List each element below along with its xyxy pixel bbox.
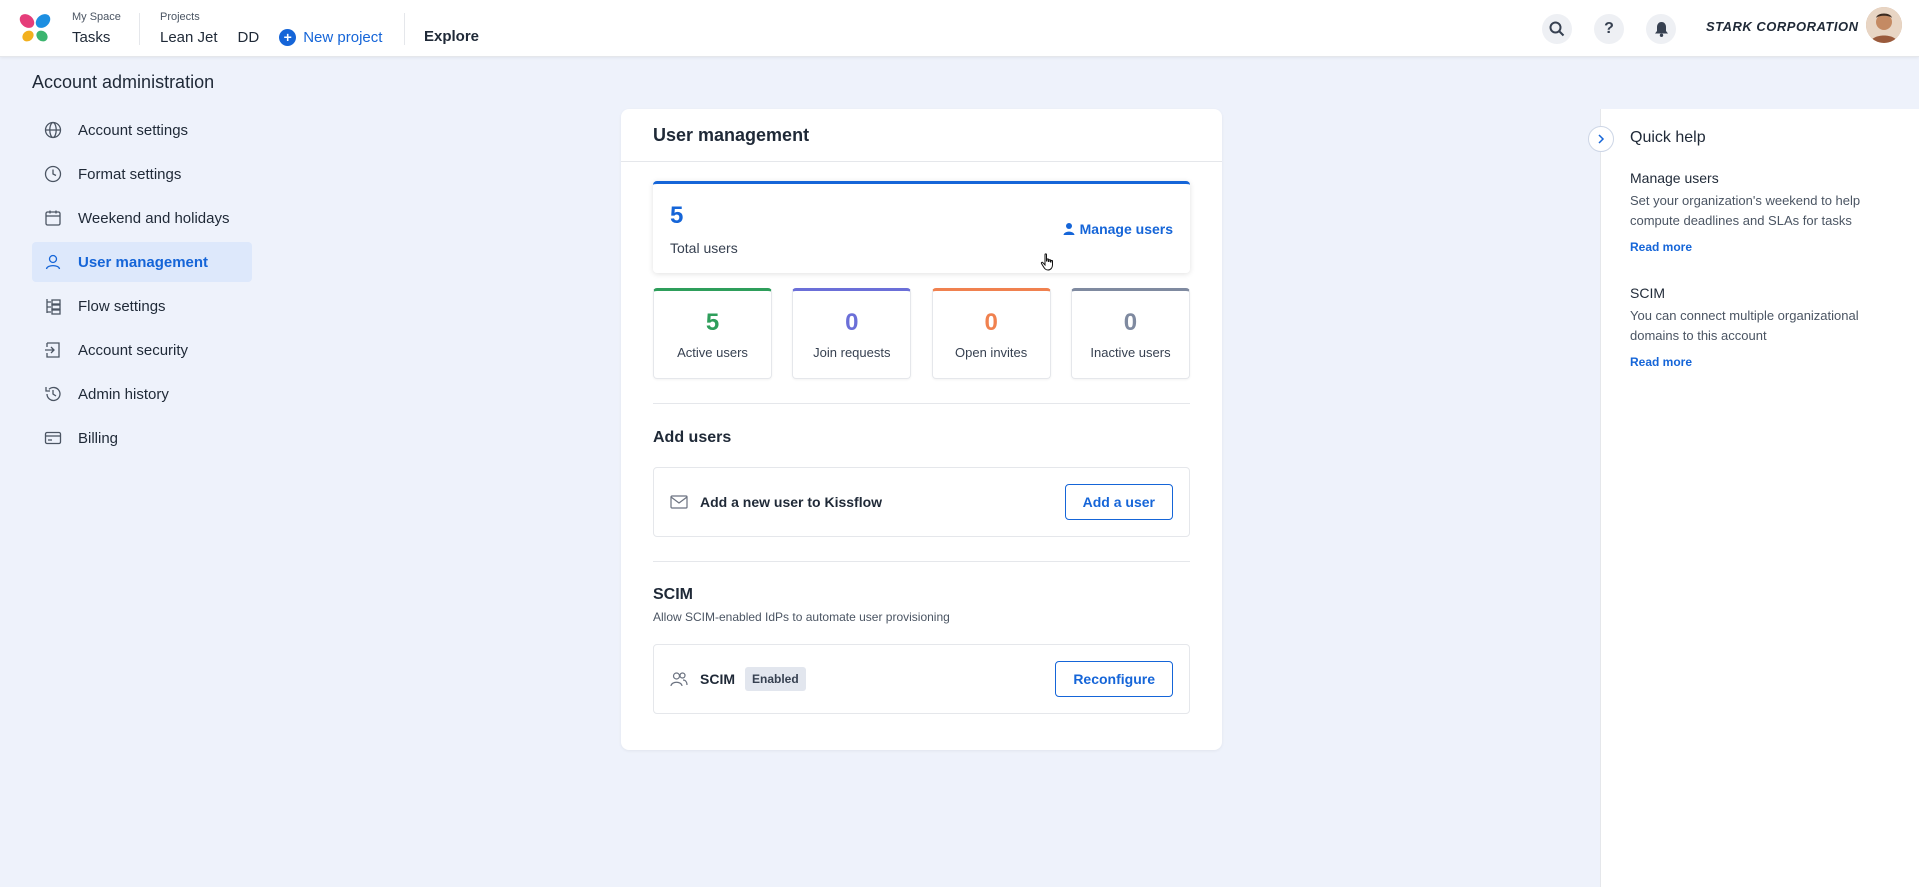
- search-icon[interactable]: [1542, 14, 1572, 44]
- help-heading-scim: SCIM: [1630, 285, 1665, 301]
- card-title: User management: [621, 109, 1222, 162]
- sidebar-item-label: Billing: [78, 429, 119, 447]
- scim-row-label: SCIM: [700, 671, 735, 687]
- help-icon[interactable]: ?: [1594, 14, 1624, 44]
- stat-label: Active users: [677, 345, 748, 360]
- mail-icon: [670, 495, 688, 509]
- manage-users-label: Manage users: [1079, 221, 1173, 237]
- sidebar-item-label: Format settings: [78, 165, 182, 183]
- company-brand: STARK CORPORATION: [1706, 19, 1859, 34]
- chevron-right-icon: [1598, 134, 1605, 144]
- add-user-text: Add a new user to Kissflow: [700, 494, 883, 510]
- quick-help-panel: Quick help Manage users Set your organiz…: [1600, 109, 1919, 887]
- my-space-nav[interactable]: My Space Tasks: [72, 11, 121, 46]
- total-users-count: 5: [670, 202, 684, 229]
- add-user-button[interactable]: Add a user: [1064, 484, 1173, 520]
- history-icon: [45, 386, 61, 402]
- new-project-label: New project: [303, 29, 383, 46]
- help-text-scim: You can connect multiple organizational …: [1630, 308, 1859, 343]
- nav-divider: [139, 13, 140, 45]
- globe-icon: [44, 121, 62, 139]
- explore-link[interactable]: Explore: [424, 28, 479, 45]
- user-management-card: User management 5 Total users Manage use…: [621, 109, 1222, 750]
- sidebar-item-flow-settings[interactable]: Flow settings: [32, 286, 252, 326]
- help-heading-manage-users: Manage users: [1630, 170, 1719, 186]
- projects-nav: Projects Lean Jet DD + New project: [160, 11, 382, 46]
- read-more-link[interactable]: Read more: [1630, 240, 1692, 254]
- help-text-manage-users: Set your organization's weekend to help …: [1630, 193, 1861, 228]
- clock-icon: [44, 165, 62, 183]
- reconfigure-button[interactable]: Reconfigure: [1055, 661, 1173, 697]
- sidebar-item-label: Admin history: [78, 385, 169, 403]
- kissflow-logo-icon[interactable]: [18, 11, 52, 45]
- hand-cursor-icon: [1040, 253, 1053, 271]
- my-space-label: My Space: [72, 11, 121, 23]
- avatar[interactable]: [1866, 7, 1902, 43]
- new-project-button[interactable]: + New project: [279, 29, 382, 46]
- sidebar-item-format-settings[interactable]: Format settings: [32, 154, 252, 194]
- read-more-link[interactable]: Read more: [1630, 355, 1692, 369]
- total-users-label: Total users: [670, 240, 738, 256]
- sidebar-item-account-security[interactable]: Account security: [32, 330, 252, 370]
- sidebar-item-admin-history[interactable]: Admin history: [32, 374, 252, 414]
- stat-label: Open invites: [955, 345, 1028, 360]
- nav-divider: [404, 13, 405, 45]
- section-divider: [653, 561, 1190, 562]
- sidebar-item-billing[interactable]: Billing: [32, 418, 252, 458]
- stat-join-requests[interactable]: 0 Join requests: [792, 288, 912, 379]
- scim-title: SCIM: [653, 586, 693, 603]
- stat-value: 0: [984, 309, 998, 336]
- user-stats: 5 Active users 0 Join requests 0 Open in…: [653, 288, 1190, 379]
- sidebar-item-weekend-holidays[interactable]: Weekend and holidays: [32, 198, 252, 238]
- quick-help-title: Quick help: [1630, 129, 1706, 146]
- sidebar-item-account-settings[interactable]: Account settings: [32, 110, 252, 150]
- manage-users-link[interactable]: Manage users: [1063, 221, 1173, 237]
- admin-sidebar: Account settings Format settings Weekend…: [32, 110, 252, 462]
- sidebar-item-label: Account settings: [78, 121, 189, 139]
- sidebar-item-label: Weekend and holidays: [78, 209, 230, 227]
- stat-value: 5: [705, 309, 720, 336]
- card-icon: [44, 431, 62, 445]
- sidebar-item-label: User management: [78, 253, 209, 271]
- sidebar-item-label: Account security: [78, 341, 189, 359]
- add-users-title: Add users: [653, 429, 732, 446]
- flow-icon: [46, 299, 61, 315]
- projects-label: Projects: [160, 11, 200, 23]
- add-user-row: Add a new user to Kissflow Add a user: [653, 467, 1190, 537]
- bell-icon[interactable]: [1646, 14, 1676, 44]
- stat-open-invites[interactable]: 0 Open invites: [931, 288, 1051, 379]
- scim-row: SCIM Enabled Reconfigure: [653, 644, 1190, 714]
- sidebar-item-label: Flow settings: [78, 297, 166, 315]
- stat-active-users[interactable]: 5 Active users: [653, 288, 772, 379]
- page-title: Account administration: [32, 72, 215, 92]
- plus-icon: +: [279, 29, 297, 46]
- login-icon: [45, 342, 60, 358]
- project-dd[interactable]: DD: [238, 29, 260, 46]
- stat-value: 0: [845, 309, 859, 336]
- collapse-help-button[interactable]: [1588, 126, 1614, 152]
- stat-label: Join requests: [813, 345, 891, 360]
- project-lean-jet[interactable]: Lean Jet: [160, 29, 218, 46]
- stat-value: 0: [1123, 309, 1138, 336]
- sidebar-item-user-management[interactable]: User management: [32, 242, 252, 282]
- status-badge: Enabled: [745, 667, 806, 691]
- user-icon: [45, 254, 61, 270]
- section-divider: [653, 403, 1190, 404]
- calendar-icon: [45, 210, 61, 226]
- stat-inactive-users[interactable]: 0 Inactive users: [1070, 288, 1190, 379]
- users-icon: [670, 672, 688, 687]
- tasks-link[interactable]: Tasks: [72, 29, 121, 46]
- user-settings-icon: [1063, 223, 1075, 235]
- stat-label: Inactive users: [1090, 345, 1171, 360]
- scim-subtitle: Allow SCIM-enabled IdPs to automate user…: [653, 610, 950, 624]
- top-bar: My Space Tasks Projects Lean Jet DD + Ne…: [0, 0, 1919, 57]
- total-users-box: 5 Total users Manage users: [653, 181, 1190, 273]
